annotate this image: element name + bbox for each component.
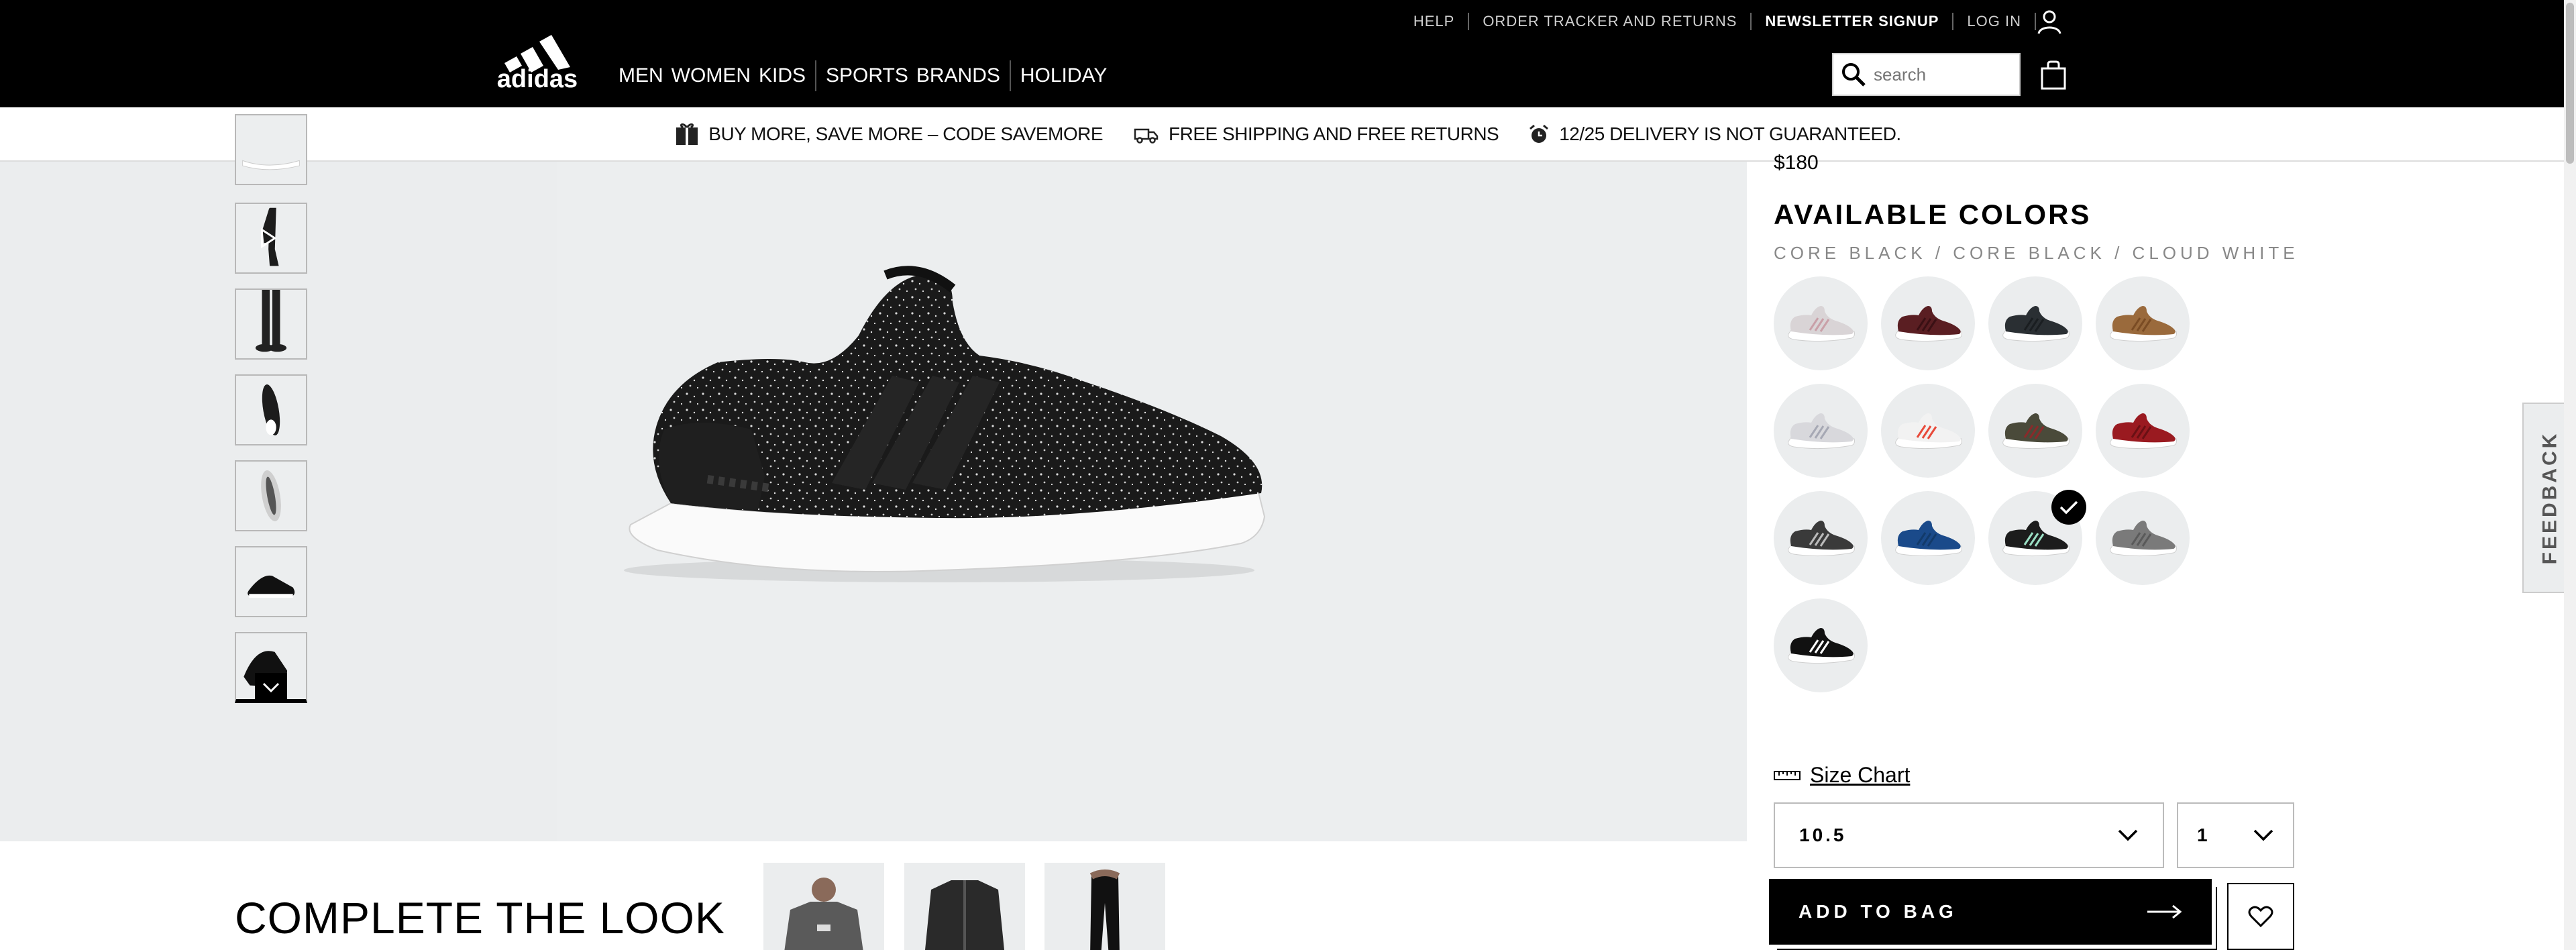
arrow-right-icon [2147,904,2182,919]
promo-delivery-text: 12/25 DELIVERY IS NOT GUARANTEED. [1559,123,1901,144]
search-icon[interactable] [1840,61,1867,88]
utility-nav: HELP ORDER TRACKER AND RETURNS NEWSLETTE… [1400,9,2063,34]
size-dropdown[interactable]: 10.5 [1774,802,2164,868]
chevron-down-icon [2118,829,2138,841]
color-swatch[interactable] [1774,491,1868,585]
nav-kids[interactable]: KIDS [755,64,810,87]
shoe-thumbnail [2110,521,2177,557]
search-input[interactable] [1874,64,2008,85]
adidas-logo[interactable]: adidas [490,21,585,89]
add-to-bag-label: ADD TO BAG [1799,901,1957,922]
shoe-thumbnail [2110,306,2177,342]
thumbnail-video[interactable] [235,203,307,274]
add-to-bag-button[interactable]: ADD TO BAG [1769,879,2212,945]
search-box [1832,53,2021,96]
shoe-thumbnail [1788,306,1855,342]
login-link[interactable]: LOG IN [1953,13,2036,30]
quantity-dropdown[interactable]: 1 [2177,802,2294,868]
look-item-jacket[interactable] [904,863,1025,950]
look-item-tights[interactable] [1044,863,1165,950]
color-swatch[interactable] [1988,490,2086,585]
alarm-clock-icon [1529,124,1549,143]
size-value: 10.5 [1799,825,1847,845]
nav-women[interactable]: WOMEN [667,64,755,87]
color-swatch[interactable] [1988,276,2082,370]
main-nav: MEN WOMEN KIDS SPORTS BRANDS HOLIDAY [614,60,1111,91]
product-price: $180 [1774,152,1819,174]
look-item-tshirt[interactable] [763,863,884,950]
shoe-thumbnail [1788,413,1855,450]
nav-men[interactable]: MEN [614,64,667,87]
promo-shipping[interactable]: FREE SHIPPING AND FREE RETURNS [1132,123,1499,145]
chevron-down-icon [2253,829,2273,841]
shoe-thumbnail [1895,413,1962,450]
feedback-label: FEEDBACK [2538,431,2561,565]
promo-bar: BUY MORE, SAVE MORE – CODE SAVEMORE FREE… [0,107,2576,162]
size-chart-label: Size Chart [1810,763,1911,787]
thumbnail-image[interactable] [235,460,307,531]
color-swatch[interactable] [2096,491,2190,585]
shoe-thumbnail [2110,413,2177,450]
color-swatch[interactable] [1774,276,1868,370]
product-image: ∎∎∎∎∎∎ [624,266,1266,582]
wishlist-button[interactable] [2227,883,2294,950]
shoe-thumbnail [1895,521,1962,557]
available-colors-title: AVAILABLE COLORS [1774,199,2092,230]
nav-divider [815,60,817,91]
logo-wordmark: adidas [497,65,578,89]
gift-icon [676,123,698,145]
nav-holiday[interactable]: HOLIDAY [1016,64,1111,87]
color-swatch[interactable] [1988,384,2082,478]
thumbnail-image[interactable] [235,546,307,617]
color-swatch[interactable] [2096,384,2190,478]
nav-sports[interactable]: SPORTS [822,64,912,87]
help-link[interactable]: HELP [1400,13,1470,30]
promo-shipping-text: FREE SHIPPING AND FREE RETURNS [1169,123,1499,144]
promo-savemore-text: BUY MORE, SAVE MORE – CODE SAVEMORE [708,123,1104,144]
selected-color-name: CORE BLACK / CORE BLACK / CLOUD WHITE [1774,243,2299,263]
shopping-bag-icon[interactable] [2039,60,2068,90]
truck-icon [1134,128,1159,144]
shoe-thumbnail [1788,521,1855,557]
color-swatch[interactable] [1881,384,1975,478]
nav-brands[interactable]: BRANDS [912,64,1004,87]
complete-the-look-title: COMPLETE THE LOOK [235,893,725,943]
thumbnail-image[interactable] [235,374,307,445]
shoe-thumbnail [2002,306,2070,342]
promo-delivery[interactable]: 12/25 DELIVERY IS NOT GUARANTEED. [1528,123,1901,145]
color-swatch[interactable] [2096,276,2190,370]
color-swatch[interactable] [1774,384,1868,478]
heart-icon [2248,906,2273,928]
ruler-icon [1774,770,1801,780]
nav-divider [1009,60,1011,91]
chevron-down-icon [262,682,280,693]
newsletter-signup-link[interactable]: NEWSLETTER SIGNUP [1752,13,1954,30]
color-swatch[interactable] [1881,491,1975,585]
promo-savemore[interactable]: BUY MORE, SAVE MORE – CODE SAVEMORE [675,122,1104,146]
thumbnails-scroll-down-button[interactable] [255,673,287,702]
shoe-thumbnail [1895,306,1962,342]
color-swatch[interactable] [1774,598,1868,692]
selected-check-icon [2051,490,2086,525]
site-header: HELP ORDER TRACKER AND RETURNS NEWSLETTE… [0,0,2576,107]
quantity-value: 1 [2197,825,2210,845]
user-icon[interactable] [2036,8,2063,35]
size-chart-link[interactable]: Size Chart [1774,763,1910,788]
thumbnail-image[interactable] [235,288,307,360]
thumbnail-image[interactable] [235,114,307,185]
shoe-thumbnail [1788,628,1855,664]
color-swatch[interactable] [1881,276,1975,370]
order-tracker-link[interactable]: ORDER TRACKER AND RETURNS [1469,13,1752,30]
scrollbar-thumb[interactable] [2566,3,2574,164]
shoe-thumbnail [2002,413,2070,450]
